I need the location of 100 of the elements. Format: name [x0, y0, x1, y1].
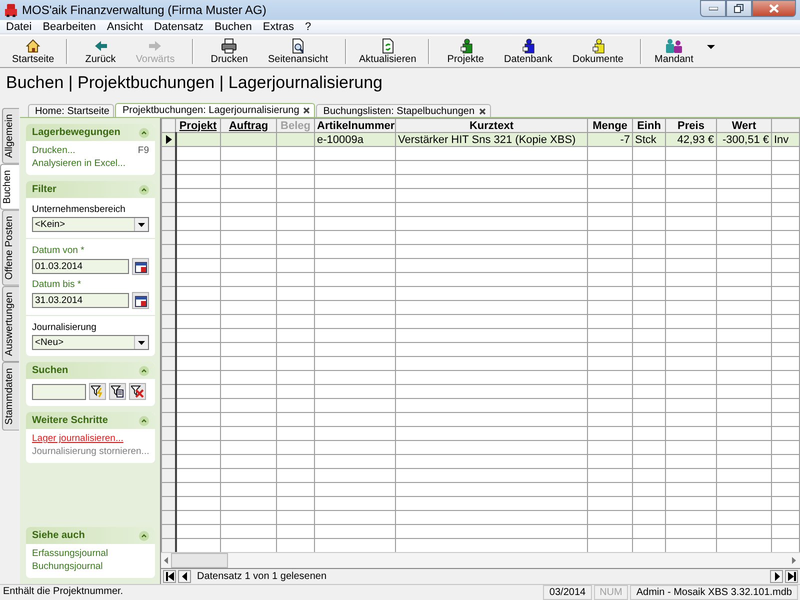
- column-header[interactable]: Kurztext: [469, 120, 514, 132]
- last-record-icon: [788, 572, 796, 581]
- filter-lightning-icon: [91, 385, 104, 398]
- calendar-icon: [134, 294, 146, 306]
- close-icon[interactable]: [303, 107, 310, 114]
- document-tab[interactable]: Home: Startseite: [28, 104, 114, 117]
- dropdown-arrow-icon: [138, 340, 145, 344]
- next-record-icon: [772, 572, 780, 581]
- side-tab[interactable]: Stammdaten: [2, 362, 19, 430]
- menu-item[interactable]: ?: [299, 20, 316, 32]
- menu-item[interactable]: Datensatz: [148, 20, 209, 32]
- close-icon: [769, 4, 779, 13]
- panel-link[interactable]: Analysieren in Excel...: [32, 158, 149, 169]
- section-header[interactable]: Filter: [26, 181, 155, 198]
- menu-item[interactable]: Extras: [256, 20, 300, 32]
- minimize-button[interactable]: [700, 0, 726, 17]
- filter-list-icon: [111, 385, 124, 398]
- people-icon: [664, 38, 684, 54]
- field-label: Unternehmensbereich: [32, 204, 126, 215]
- toolbar-button[interactable]: Projekte: [438, 38, 493, 65]
- panel-link[interactable]: Lager journalisieren...: [32, 433, 149, 444]
- field-label: Datum bis *: [32, 279, 82, 290]
- menu-item[interactable]: Buchen: [208, 20, 257, 32]
- section-header[interactable]: Weitere Schritte: [26, 412, 155, 429]
- side-tab[interactable]: Buchen: [0, 164, 19, 210]
- maximize-button[interactable]: [726, 0, 752, 17]
- toolbar-button[interactable]: Mandant: [650, 38, 720, 65]
- search-field[interactable]: [32, 384, 86, 400]
- scrollbar-thumb[interactable]: [171, 553, 228, 568]
- toolbar-button[interactable]: Startseite: [8, 38, 58, 65]
- document-tab[interactable]: Projektbuchungen: Lagerjournalisierung: [115, 103, 316, 117]
- printer-icon: [221, 38, 238, 54]
- field-label: Datum von *: [32, 245, 86, 256]
- page-magnifier-icon: [290, 38, 306, 54]
- dropdown-field[interactable]: <Neu>: [32, 335, 149, 350]
- home-icon: [25, 38, 42, 54]
- section-header[interactable]: Lagerbewegungen: [26, 124, 155, 141]
- section-header[interactable]: Suchen: [26, 362, 155, 379]
- menu-item[interactable]: Ansicht: [100, 20, 148, 32]
- status-period: 03/2014: [543, 585, 592, 600]
- restore-icon: [734, 4, 744, 13]
- toolbar-button[interactable]: Drucken: [202, 38, 257, 65]
- num-lock-indicator: NUM: [594, 585, 628, 600]
- toolbar-button[interactable]: Zurück: [76, 38, 125, 65]
- menu-item[interactable]: Bearbeiten: [36, 20, 101, 32]
- left-arrow-icon: [92, 38, 109, 54]
- status-database: Admin - Mosaik XBS 3.32.101.mdb: [630, 585, 798, 600]
- app-logo-icon: [4, 3, 18, 17]
- calendar-button[interactable]: [132, 292, 149, 309]
- clear-filter-button[interactable]: [129, 383, 146, 400]
- side-tab[interactable]: Auswertungen: [2, 286, 19, 362]
- previous-record-icon: [180, 572, 188, 581]
- side-tab[interactable]: Offene Posten: [2, 210, 19, 286]
- window-title: MOS'aik Finanzverwaltung (Firma Muster AG): [22, 3, 268, 17]
- table-cell: 42,93 €: [666, 132, 716, 146]
- record-counter: Datensatz 1 von 1 gelesenen: [196, 571, 328, 582]
- last-record-button[interactable]: [785, 570, 798, 583]
- right-arrow-icon: [147, 38, 164, 54]
- filter-button[interactable]: [109, 383, 126, 400]
- shortcut-key: F9: [138, 145, 149, 156]
- table-row[interactable]: e-10009a Verstärker HIT Sns 321 (Kopie XBS) -7 Stck 42,93 € -300,51 € Inv: [162, 132, 800, 146]
- page-heading: Buchen | Projektbuchungen | Lagerjournalisierung: [6, 73, 382, 92]
- table-cell: Verstärker HIT Sns 321 (Kopie XBS): [396, 132, 588, 146]
- filter-remove-icon: [131, 385, 144, 398]
- calendar-icon: [134, 260, 146, 272]
- previous-record-button[interactable]: [178, 570, 191, 583]
- table-cell: Stck: [632, 132, 666, 146]
- calendar-button[interactable]: [132, 258, 149, 275]
- dropdown-arrow-icon: [138, 222, 145, 226]
- panel-link[interactable]: Erfassungsjournal: [32, 548, 149, 559]
- panel-link[interactable]: Drucken... F9: [32, 145, 149, 156]
- date-field[interactable]: 31.03.2014: [32, 293, 129, 308]
- panel-link[interactable]: Buchungsjournal: [32, 561, 149, 572]
- toolbar-button[interactable]: Seitenansicht: [258, 38, 338, 65]
- side-tab[interactable]: Allgemein: [2, 108, 19, 164]
- toolbar-button[interactable]: Datenbank: [494, 38, 562, 65]
- filter-button[interactable]: [89, 383, 106, 400]
- minimize-icon: [708, 6, 718, 10]
- document-tab[interactable]: Buchungslisten: Stapelbuchungen: [316, 104, 491, 117]
- dropdown-field[interactable]: <Kein>: [32, 217, 149, 232]
- first-record-button[interactable]: [163, 570, 176, 583]
- toolbar-button[interactable]: Aktualisieren: [355, 38, 420, 65]
- toolbar-button[interactable]: Dokumente: [563, 38, 632, 65]
- menu-item[interactable]: Datei: [0, 20, 37, 32]
- table-cell: -7: [588, 132, 632, 146]
- table-cell: e-10009a: [314, 132, 396, 146]
- refresh-document-icon: [380, 38, 396, 54]
- status-message: Enthält die Projektnummer.: [2, 585, 124, 599]
- scroll-right-icon: [791, 557, 797, 564]
- field-label: Journalisierung: [32, 322, 98, 333]
- first-record-icon: [166, 572, 174, 581]
- date-field[interactable]: 01.03.2014: [32, 259, 129, 274]
- horizontal-scrollbar[interactable]: [161, 552, 800, 568]
- section-header[interactable]: Siehe auch: [26, 527, 155, 544]
- next-record-button[interactable]: [770, 570, 783, 583]
- close-button[interactable]: [752, 0, 796, 17]
- table-cell: Inv: [772, 132, 800, 146]
- scroll-left-icon: [163, 557, 169, 564]
- close-icon[interactable]: [478, 108, 486, 114]
- table-cell: -300,51 €: [716, 132, 772, 146]
